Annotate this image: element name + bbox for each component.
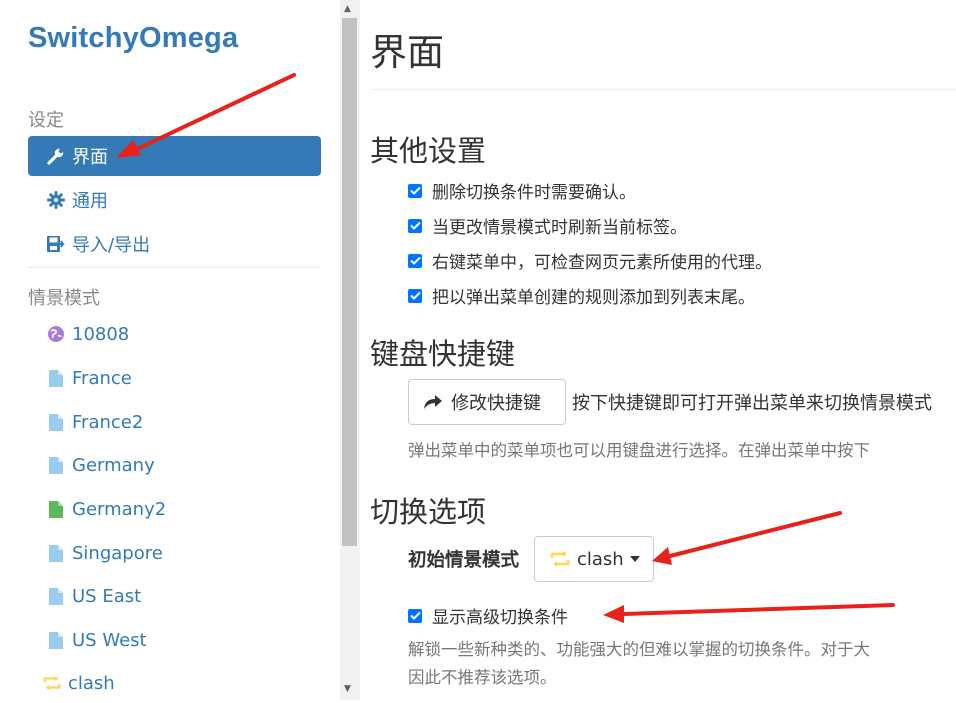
show-advanced-conditions-checkbox[interactable]: 显示高级切换条件 xyxy=(408,603,568,628)
file-icon xyxy=(46,500,66,519)
checkbox-checked-icon[interactable] xyxy=(408,183,422,198)
context-menu-inspect-checkbox[interactable]: 右键菜单中，可检查网页元素所使用的代理。 xyxy=(408,248,772,273)
sidebar-item-profile-germany2[interactable]: Germany2 xyxy=(28,489,321,529)
sidebar-item-label: US West xyxy=(72,629,147,651)
sidebar-item-label: 界面 xyxy=(72,147,108,168)
checkbox-label: 删除切换条件时需要确认。 xyxy=(432,183,636,203)
scroll-up-arrow-icon[interactable]: ▲ xyxy=(344,4,351,14)
sidebar-item-profile-singapore[interactable]: Singapore xyxy=(28,533,321,573)
page-title: 界面 xyxy=(370,31,444,74)
file-icon xyxy=(46,631,66,650)
sidebar-item-interface[interactable]: 界面 xyxy=(28,136,321,176)
sidebar-item-profile-us-west[interactable]: US West xyxy=(28,620,321,660)
checkbox-checked-icon[interactable] xyxy=(408,253,422,268)
scrollbar-thumb[interactable] xyxy=(342,18,357,546)
switch-icon xyxy=(549,550,571,568)
sidebar-item-label: Germany2 xyxy=(72,498,167,520)
refresh-on-profile-change-checkbox[interactable]: 当更改情景模式时刷新当前标签。 xyxy=(408,213,687,238)
checkbox-checked-icon[interactable] xyxy=(408,608,422,623)
file-icon xyxy=(46,544,66,563)
sidebar-item-import-export[interactable]: 导入/导出 xyxy=(28,224,321,264)
wrench-icon xyxy=(46,147,66,165)
sidebar-item-label: 导入/导出 xyxy=(72,235,151,256)
sidebar-item-profile-us-east[interactable]: US East xyxy=(28,576,321,616)
sidebar-item-label: France2 xyxy=(72,411,144,433)
change-shortcut-button[interactable]: 修改快捷键 xyxy=(408,379,566,425)
keyboard-shortcuts-heading: 键盘快捷键 xyxy=(370,337,516,371)
sidebar-item-label: Germany xyxy=(72,454,155,476)
import-export-icon xyxy=(46,235,66,253)
switch-icon xyxy=(42,674,62,692)
checkbox-label: 把以弹出菜单创建的规则添加到列表末尾。 xyxy=(432,288,755,308)
file-icon xyxy=(46,413,66,432)
sidebar-item-profile-france2[interactable]: France2 xyxy=(28,402,321,442)
profiles-header: 情景模式 xyxy=(28,288,100,309)
shortcut-description: 按下快捷键即可打开弹出菜单来切换情景模式 xyxy=(572,393,932,414)
gear-icon xyxy=(46,191,66,209)
sidebar-item-label: clash xyxy=(68,672,115,694)
sidebar-divider xyxy=(28,267,320,268)
change-shortcut-label: 修改快捷键 xyxy=(451,393,541,414)
scroll-down-arrow-icon[interactable]: ▼ xyxy=(344,684,351,694)
checkbox-label: 显示高级切换条件 xyxy=(432,608,568,628)
sidebar-item-general[interactable]: 通用 xyxy=(28,180,321,220)
sidebar-item-label: Singapore xyxy=(72,542,163,564)
share-arrow-icon xyxy=(423,394,443,410)
initial-profile-value: clash xyxy=(577,548,624,570)
checkbox-label: 右键菜单中，可检查网页元素所使用的代理。 xyxy=(432,253,772,273)
caret-down-icon xyxy=(629,556,640,562)
sidebar-item-profile-france[interactable]: France xyxy=(28,358,321,398)
settings-header: 设定 xyxy=(28,110,64,131)
append-popup-rules-checkbox[interactable]: 把以弹出菜单创建的规则添加到列表末尾。 xyxy=(408,283,755,308)
sidebar-item-profile-germany[interactable]: Germany xyxy=(28,445,321,485)
file-icon xyxy=(46,587,66,606)
main-content: 界面 其他设置 删除切换条件时需要确认。 当更改情景模式时刷新当前标签。 右键菜… xyxy=(360,0,956,700)
title-divider xyxy=(370,89,956,90)
brand-title[interactable]: SwitchyOmega xyxy=(28,22,238,55)
initial-profile-dropdown[interactable]: clash xyxy=(534,536,654,582)
file-icon xyxy=(46,456,66,475)
file-icon xyxy=(46,369,66,388)
initial-profile-label: 初始情景模式 xyxy=(408,550,520,571)
other-settings-heading: 其他设置 xyxy=(370,134,487,168)
advanced-help-line-2: 因此不推荐该选项。 xyxy=(408,668,557,687)
sidebar-item-profile-clash[interactable]: clash xyxy=(28,663,321,703)
sidebar-item-label: US East xyxy=(72,585,142,607)
checkbox-checked-icon[interactable] xyxy=(408,218,422,233)
sidebar-item-profile-10808[interactable]: 10808 xyxy=(28,314,321,354)
advanced-help-line-1: 解锁一些新种类的、功能强大的但难以掌握的切换条件。对于大 xyxy=(408,640,870,659)
checkbox-checked-icon[interactable] xyxy=(408,288,422,303)
sidebar: SwitchyOmega 设定 界面 通用 导入/导出 情景模式 10808 F… xyxy=(0,0,340,700)
globe-icon xyxy=(46,325,66,343)
confirm-delete-condition-checkbox[interactable]: 删除切换条件时需要确认。 xyxy=(408,178,636,203)
sidebar-item-label: 通用 xyxy=(72,191,108,212)
sidebar-item-label: France xyxy=(72,367,132,389)
sidebar-item-label: 10808 xyxy=(72,323,130,345)
checkbox-label: 当更改情景模式时刷新当前标签。 xyxy=(432,218,687,238)
shortcut-help-text: 弹出菜单中的菜单项也可以用键盘进行选择。在弹出菜单中按下 xyxy=(408,441,870,460)
switch-options-heading: 切换选项 xyxy=(370,495,487,529)
